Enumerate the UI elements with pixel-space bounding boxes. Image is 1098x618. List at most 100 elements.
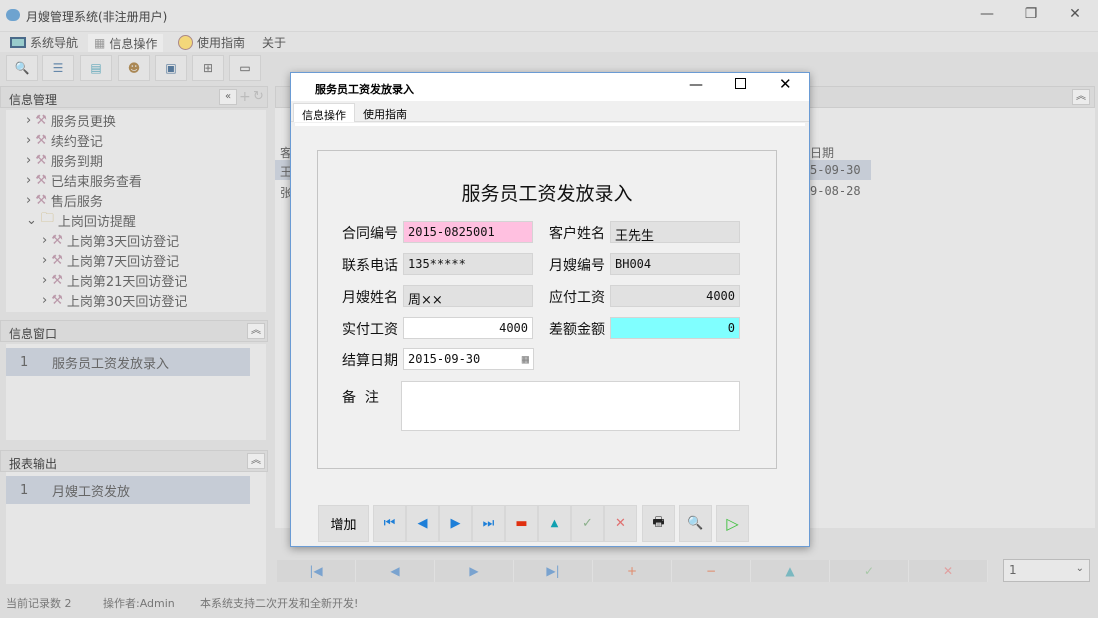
diff-field[interactable]: 0 bbox=[610, 317, 740, 339]
tab-guide[interactable]: 使用指南 bbox=[355, 103, 415, 122]
edit-button[interactable]: ▲ bbox=[751, 560, 830, 582]
nanny-name-label: 月嫂姓名 bbox=[342, 287, 398, 307]
preview-button[interactable]: 🔍 bbox=[679, 505, 712, 542]
minimize-button[interactable]: — bbox=[972, 6, 1002, 22]
menu-about[interactable]: 关于 bbox=[262, 34, 286, 51]
tree-subitem[interactable]: ›⚒上岗第30天回访登记 bbox=[26, 290, 266, 310]
app-logo-icon bbox=[6, 9, 20, 21]
tools-icon: ⚒ bbox=[35, 113, 47, 128]
collapse-button[interactable]: ︽ bbox=[247, 323, 265, 339]
add-button[interactable]: + bbox=[593, 560, 672, 582]
bottom-nav: |◀ ◀ ▶ ▶| + − ▲ ✓ ✕ bbox=[277, 560, 1007, 582]
edit-button[interactable]: ▲ bbox=[538, 505, 571, 542]
tree-item[interactable]: ›⚒续约登记 bbox=[26, 130, 266, 150]
check-icon: ✓ bbox=[582, 516, 593, 531]
tools-icon: ⚒ bbox=[35, 193, 47, 208]
print-button[interactable]: 🖶 bbox=[642, 505, 675, 542]
toolbar-list-button[interactable]: ☰ bbox=[42, 55, 74, 81]
record-count: 当前记录数 2 bbox=[6, 595, 72, 611]
next-button[interactable]: ▶ bbox=[439, 505, 472, 542]
minus-icon: ▬ bbox=[515, 516, 527, 531]
help-icon bbox=[178, 35, 193, 50]
tree-item[interactable]: ›⚒服务到期 bbox=[26, 150, 266, 170]
tools-icon: ⚒ bbox=[51, 293, 63, 308]
document-icon: ▤ bbox=[90, 61, 101, 75]
menu-system-nav[interactable]: 系统导航 bbox=[10, 34, 78, 51]
save-button[interactable]: ✓ bbox=[830, 560, 909, 582]
cancel-button[interactable]: ✕ bbox=[909, 560, 988, 582]
last-button[interactable]: ⏭ bbox=[472, 505, 505, 542]
last-button[interactable]: ▶| bbox=[514, 560, 593, 582]
dialog-maximize-button[interactable] bbox=[735, 78, 746, 89]
list-item[interactable]: 1服务员工资发放录入 bbox=[6, 348, 250, 376]
add-button[interactable]: 增加 bbox=[318, 505, 369, 542]
tools-icon: ⚒ bbox=[35, 133, 47, 148]
list-item[interactable]: 1月嫂工资发放 bbox=[6, 476, 250, 504]
payable-label: 应付工资 bbox=[549, 287, 605, 307]
maximize-button[interactable]: ❐ bbox=[1016, 6, 1046, 22]
tree-subitem[interactable]: ›⚒上岗第21天回访登记 bbox=[26, 270, 266, 290]
search-icon: 🔍 bbox=[15, 61, 30, 75]
contract-no-label: 合同编号 bbox=[342, 223, 398, 243]
first-button[interactable]: |◀ bbox=[277, 560, 356, 582]
toolbar-user-button[interactable]: ☻ bbox=[118, 55, 150, 81]
nanny-no-field[interactable]: BH004 bbox=[610, 253, 740, 275]
tree-folder[interactable]: ⌄🗀上岗回访提醒 bbox=[26, 210, 266, 230]
tools-icon: ⚒ bbox=[51, 233, 63, 248]
cancel-button[interactable]: ✕ bbox=[604, 505, 637, 542]
app-title: 月嫂管理系统(非注册用户) bbox=[26, 8, 167, 25]
next-button[interactable]: ▶ bbox=[435, 560, 514, 582]
page-select[interactable]: 1⌄ bbox=[1003, 559, 1090, 582]
delete-button[interactable]: ▬ bbox=[505, 505, 538, 542]
toolbar-window-add-button[interactable]: ⊞ bbox=[192, 55, 224, 81]
calendar-icon[interactable]: ▦ bbox=[522, 352, 529, 366]
first-button[interactable]: ⏮ bbox=[373, 505, 406, 542]
report-list: 1月嫂工资发放 bbox=[6, 472, 266, 584]
info-mgmt-header: 信息管理 « + ↻ bbox=[0, 86, 268, 108]
nanny-name-field[interactable]: 周×× bbox=[403, 285, 533, 307]
tab-info-ops[interactable]: 信息操作 bbox=[293, 103, 355, 122]
collapse-left-button[interactable]: « bbox=[219, 89, 237, 105]
menu-bar: 系统导航 ▦信息操作 使用指南 关于 bbox=[0, 32, 1098, 52]
delete-button[interactable]: − bbox=[672, 560, 751, 582]
dialog-close-button[interactable]: ✕ bbox=[779, 75, 792, 93]
tree-item[interactable]: ›⚒服务员更换 bbox=[26, 110, 266, 130]
prev-button[interactable]: ◀ bbox=[406, 505, 439, 542]
dialog-title-bar: 服务员工资发放录入 — ✕ bbox=[291, 73, 809, 101]
payable-field[interactable]: 4000 bbox=[610, 285, 740, 307]
toolbar-search-button[interactable]: 🔍 bbox=[6, 55, 38, 81]
tools-icon: ⚒ bbox=[51, 273, 63, 288]
close-button[interactable]: ✕ bbox=[1060, 6, 1090, 22]
run-button[interactable]: ▷ bbox=[716, 505, 749, 542]
diff-label: 差额金额 bbox=[549, 319, 605, 339]
date-picker[interactable]: 2015-09-30▦ bbox=[403, 348, 534, 370]
paid-field[interactable]: 4000 bbox=[403, 317, 533, 339]
toolbar-document-button[interactable]: ▤ bbox=[80, 55, 112, 81]
dialog-tabs: 信息操作 使用指南 bbox=[291, 101, 809, 122]
dialog-minimize-button[interactable]: — bbox=[689, 77, 703, 93]
menu-guide[interactable]: 使用指南 bbox=[178, 34, 245, 51]
prev-button[interactable]: ◀ bbox=[356, 560, 435, 582]
first-icon: ⏮ bbox=[384, 516, 396, 531]
tree-item[interactable]: ›⚒售后服务 bbox=[26, 190, 266, 210]
add-icon[interactable]: + bbox=[239, 89, 251, 105]
tree-subitem[interactable]: ›⚒上岗第3天回访登记 bbox=[26, 230, 266, 250]
chevron-down-icon: ⌄ bbox=[1076, 563, 1084, 574]
customer-field[interactable]: 王先生 bbox=[610, 221, 740, 243]
toolbar-cards-button[interactable]: ▭ bbox=[229, 55, 261, 81]
collapse-button[interactable]: ︽ bbox=[1072, 89, 1090, 105]
collapse-button[interactable]: ︽ bbox=[247, 453, 265, 469]
refresh-icon[interactable]: ↻ bbox=[253, 89, 264, 104]
grid-icon: ▦ bbox=[94, 36, 105, 50]
tree-subitem[interactable]: ›⚒上岗第7天回访登记 bbox=[26, 250, 266, 270]
printer-icon: 🖶 bbox=[652, 513, 664, 535]
tab-divider bbox=[295, 123, 805, 126]
remark-textarea[interactable] bbox=[401, 381, 740, 431]
toolbar-screen-button[interactable]: ▣ bbox=[155, 55, 187, 81]
phone-field[interactable]: 135***** bbox=[403, 253, 533, 275]
operator: 操作者:Admin bbox=[103, 595, 175, 611]
menu-info-ops[interactable]: ▦信息操作 bbox=[88, 34, 163, 52]
contract-no-field[interactable]: 2015-0825001 bbox=[403, 221, 533, 243]
save-button[interactable]: ✓ bbox=[571, 505, 604, 542]
tree-item[interactable]: ›⚒已结束服务查看 bbox=[26, 170, 266, 190]
